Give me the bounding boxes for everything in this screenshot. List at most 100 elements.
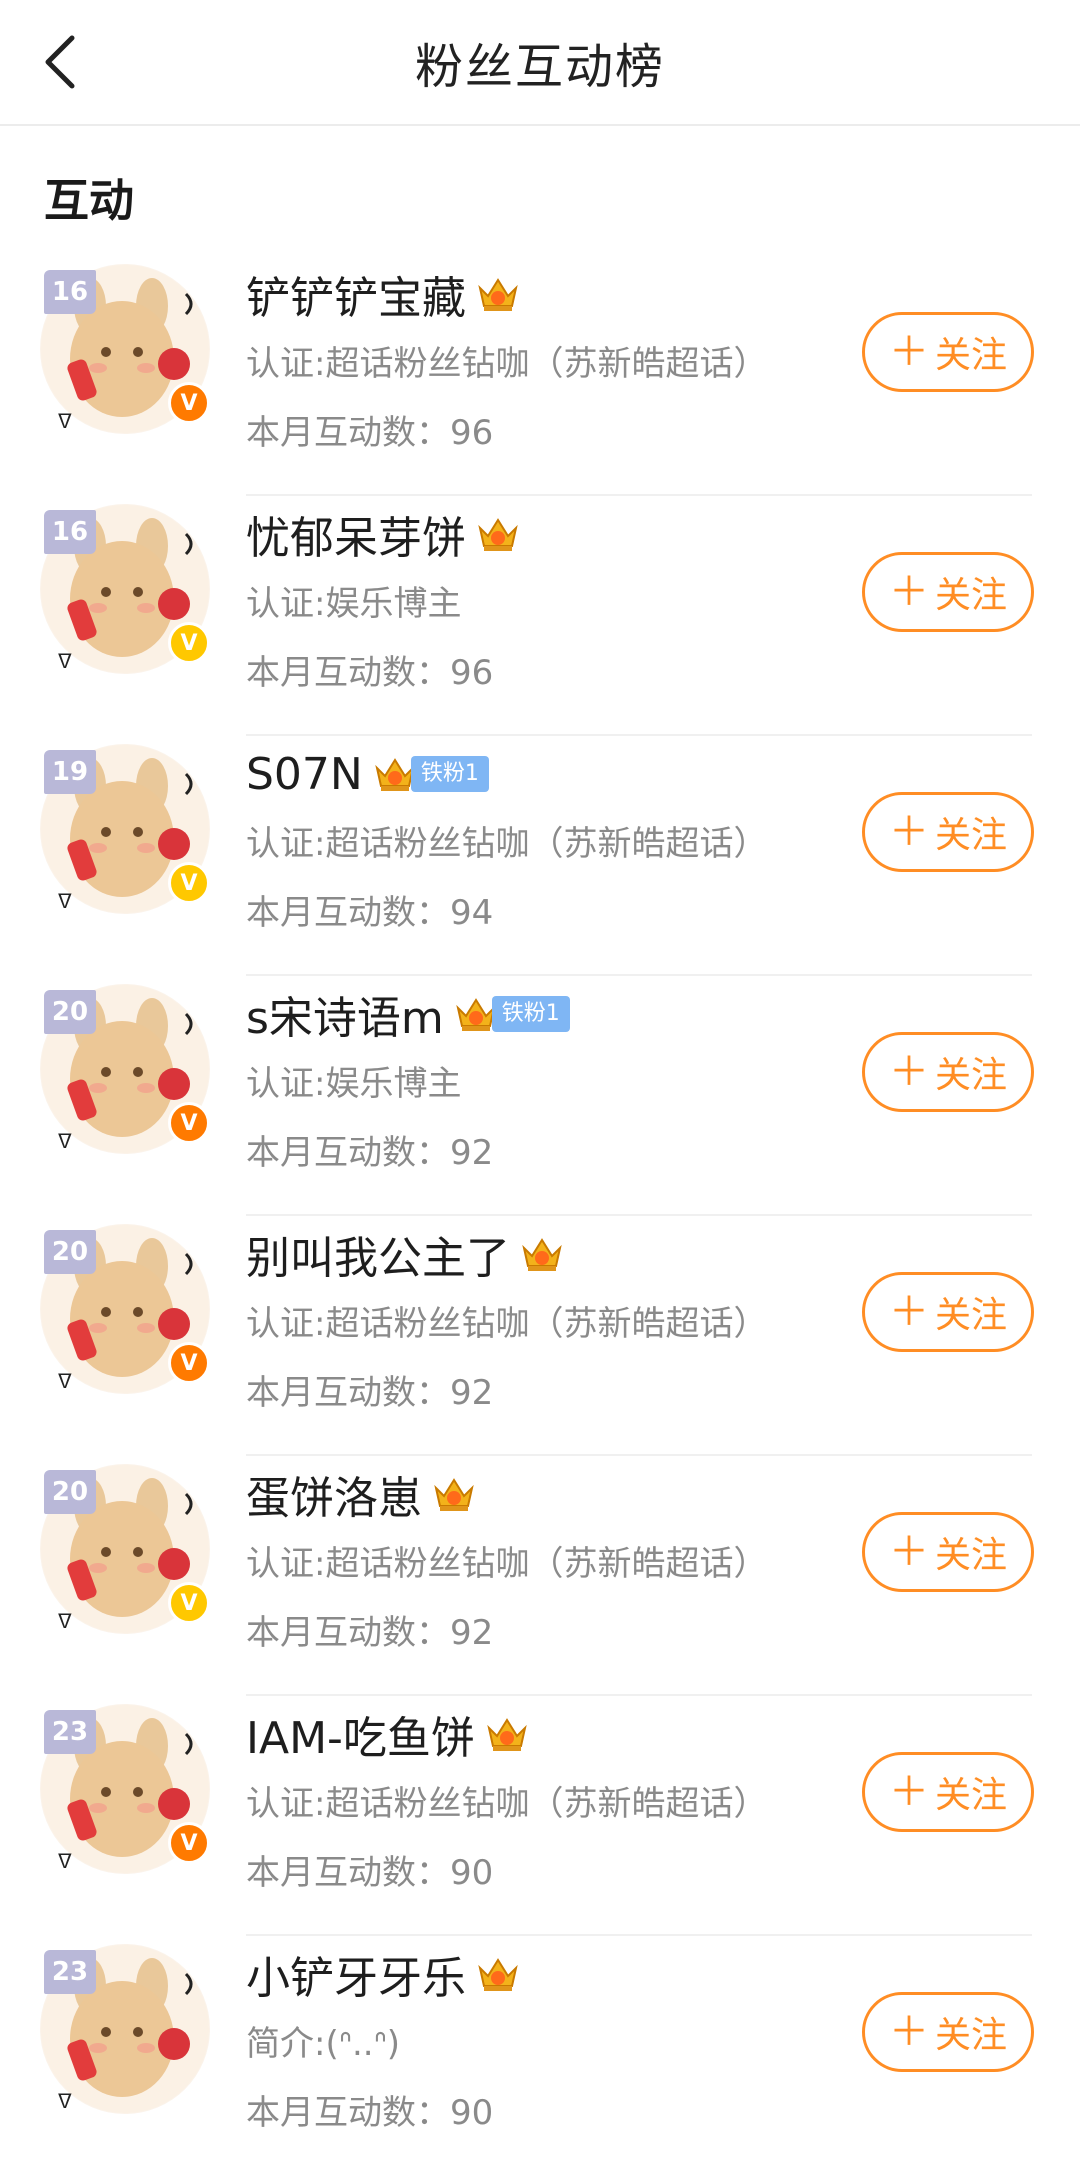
user-name[interactable]: 别叫我公主了 (246, 1222, 510, 1286)
follow-button[interactable]: ＋ 关注 (862, 1992, 1034, 2072)
crown-icon (485, 1714, 529, 1754)
user-info: 蛋饼洛崽 认证:超话粉丝钻咖（苏新皓超话） 本月互动数：92 (246, 1456, 767, 1654)
list-item[interactable]: ᐁ 19 V S07N 铁粉1 认证:超话粉丝钻咖（苏新皓超话） 本月互动数：9… (0, 736, 1080, 976)
avatar[interactable]: ᐁ 20 V (40, 984, 210, 1154)
interaction-count: 本月互动数：92 (246, 1133, 494, 1173)
crown-icon (432, 1474, 476, 1514)
avatar[interactable]: ᐁ 23 V (40, 1704, 210, 1874)
avatar[interactable]: ᐁ 19 V (40, 744, 210, 914)
list-item[interactable]: ᐁ 16 V 忧郁呆芽饼 认证:娱乐博主 本月互动数：96 ＋ 关注 (0, 496, 1080, 736)
follow-button[interactable]: ＋ 关注 (862, 1032, 1034, 1112)
name-line: 铲铲铲宝藏 (246, 254, 767, 334)
follow-button[interactable]: ＋ 关注 (862, 792, 1034, 872)
verified-icon: V (168, 1582, 210, 1624)
user-name[interactable]: IAM-吃鱼饼 (246, 1702, 475, 1766)
plus-icon: ＋ (888, 1289, 929, 1335)
chevron-left-icon (45, 35, 75, 89)
list-item[interactable]: ᐁ 16 V 铲铲铲宝藏 认证:超话粉丝钻咖（苏新皓超话） 本月互动数：96 ＋ (0, 256, 1080, 496)
svg-text:ᐁ: ᐁ (58, 411, 72, 433)
interaction-count: 本月互动数：90 (246, 1853, 494, 1893)
back-button[interactable] (30, 26, 90, 98)
interaction-count: 本月互动数：96 (246, 413, 494, 453)
name-line: s宋诗语m 铁粉1 (246, 974, 570, 1054)
list-item[interactable]: ᐁ 23 小铲牙牙乐 简介:(ᐢ..ᐢ) 本月互动数：90 ＋ 关注 (0, 1936, 1080, 2176)
level-badge: 20 (44, 1470, 96, 1514)
fan-tag-badge: 铁粉1 (491, 996, 570, 1032)
follow-button[interactable]: ＋ 关注 (862, 1272, 1034, 1352)
user-name[interactable]: S07N (246, 749, 363, 800)
name-line: S07N 铁粉1 (246, 734, 767, 814)
list-item[interactable]: ᐁ 23 V IAM-吃鱼饼 认证:超话粉丝钻咖（苏新皓超话） 本月互动数：90… (0, 1696, 1080, 1936)
level-badge: 23 (44, 1950, 96, 1994)
user-info: s宋诗语m 铁粉1 认证:娱乐博主 本月互动数：92 (246, 976, 570, 1174)
follow-button[interactable]: ＋ 关注 (862, 1752, 1034, 1832)
svg-text:ᐁ: ᐁ (58, 1371, 72, 1393)
follow-label: 关注 (934, 575, 1007, 616)
plus-icon: ＋ (888, 329, 929, 375)
name-line: 忧郁呆芽饼 (246, 494, 520, 574)
svg-text:ᐁ: ᐁ (58, 1131, 72, 1153)
avatar[interactable]: ᐁ 16 V (40, 504, 210, 674)
user-name[interactable]: 铲铲铲宝藏 (246, 262, 466, 326)
list-item[interactable]: ᐁ 20 V s宋诗语m 铁粉1 认证:娱乐博主 本月互动数：92 ＋ 关注 (0, 976, 1080, 1216)
user-name[interactable]: 小铲牙牙乐 (246, 1942, 466, 2006)
follow-label: 关注 (934, 1775, 1007, 1816)
user-info: 铲铲铲宝藏 认证:超话粉丝钻咖（苏新皓超话） 本月互动数：96 (246, 256, 767, 454)
list-item[interactable]: ᐁ 20 V 别叫我公主了 认证:超话粉丝钻咖（苏新皓超话） 本月互动数：92 … (0, 1216, 1080, 1456)
level-badge: 23 (44, 1710, 96, 1754)
avatar[interactable]: ᐁ 20 V (40, 1224, 210, 1394)
follow-label: 关注 (934, 335, 1007, 376)
avatar[interactable]: ᐁ 16 V (40, 264, 210, 434)
avatar[interactable]: ᐁ 20 V (40, 1464, 210, 1634)
user-name[interactable]: 忧郁呆芽饼 (246, 502, 466, 566)
name-line: IAM-吃鱼饼 (246, 1694, 767, 1774)
list-item[interactable]: ᐁ 20 V 蛋饼洛崽 认证:超话粉丝钻咖（苏新皓超话） 本月互动数：92 ＋ (0, 1456, 1080, 1696)
level-badge: 20 (44, 1230, 96, 1274)
follow-button[interactable]: ＋ 关注 (862, 552, 1034, 632)
verified-icon: V (168, 382, 210, 424)
verified-icon: V (168, 622, 210, 664)
user-description: 认证:超话粉丝钻咖（苏新皓超话） (246, 1784, 768, 1824)
page-title: 粉丝互动榜 (414, 39, 665, 95)
interaction-count: 本月互动数：92 (246, 1613, 494, 1653)
follow-button[interactable]: ＋ 关注 (862, 1512, 1034, 1592)
user-name[interactable]: s宋诗语m (246, 982, 444, 1046)
crown-icon (476, 1954, 520, 1994)
verified-icon: V (168, 1102, 210, 1144)
svg-text:ᐁ: ᐁ (58, 891, 72, 913)
user-description: 认证:超话粉丝钻咖（苏新皓超话） (246, 1304, 768, 1344)
plus-icon: ＋ (888, 1529, 929, 1575)
user-description: 认证:娱乐博主 (246, 1064, 462, 1104)
user-name[interactable]: 蛋饼洛崽 (246, 1462, 422, 1526)
svg-text:ᐁ: ᐁ (58, 1611, 72, 1633)
interaction-count: 本月互动数：90 (246, 2093, 494, 2133)
follow-label: 关注 (934, 1295, 1007, 1336)
name-line: 蛋饼洛崽 (246, 1454, 767, 1534)
user-description: 认证:超话粉丝钻咖（苏新皓超话） (246, 1544, 768, 1584)
level-badge: 16 (44, 510, 96, 554)
follow-button[interactable]: ＋ 关注 (862, 312, 1034, 392)
name-line: 小铲牙牙乐 (246, 1934, 520, 2014)
verified-icon: V (168, 1822, 210, 1864)
plus-icon: ＋ (888, 1769, 929, 1815)
user-info: 忧郁呆芽饼 认证:娱乐博主 本月互动数：96 (246, 496, 520, 694)
follow-label: 关注 (934, 1055, 1007, 1096)
svg-text:ᐁ: ᐁ (58, 651, 72, 673)
avatar[interactable]: ᐁ 23 (40, 1944, 210, 2114)
interaction-count: 本月互动数：92 (246, 1373, 494, 1413)
user-description: 认证:娱乐博主 (246, 584, 462, 624)
svg-text:ᐁ: ᐁ (58, 2091, 72, 2113)
plus-icon: ＋ (888, 2009, 929, 2055)
level-badge: 16 (44, 270, 96, 314)
fan-tag-badge: 铁粉1 (410, 756, 489, 792)
verified-icon: V (168, 1342, 210, 1384)
plus-icon: ＋ (888, 1049, 929, 1095)
fan-interaction-list: ᐁ 16 V 铲铲铲宝藏 认证:超话粉丝钻咖（苏新皓超话） 本月互动数：96 ＋ (0, 256, 1080, 2176)
plus-icon: ＋ (888, 569, 929, 615)
user-info: IAM-吃鱼饼 认证:超话粉丝钻咖（苏新皓超话） 本月互动数：90 (246, 1696, 767, 1894)
svg-text:ᐁ: ᐁ (58, 1851, 72, 1873)
crown-icon (476, 514, 520, 554)
top-bar: 粉丝互动榜 (0, 0, 1080, 126)
plus-icon: ＋ (888, 809, 929, 855)
follow-label: 关注 (934, 2015, 1007, 2056)
